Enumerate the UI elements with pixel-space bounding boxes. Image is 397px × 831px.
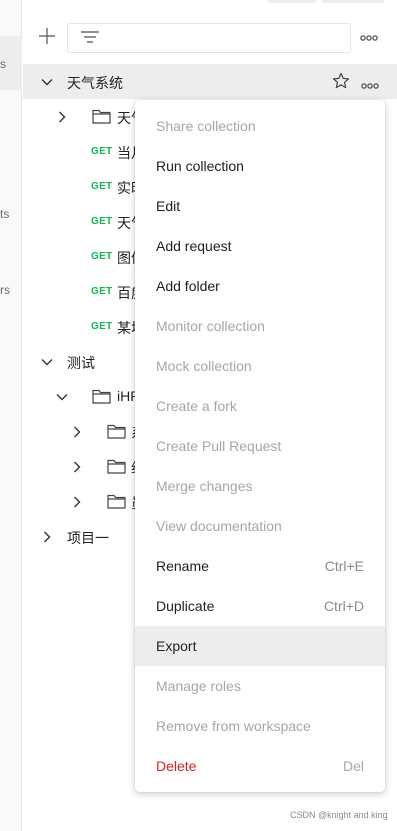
chevron-right-icon[interactable]	[71, 495, 83, 508]
menu-item-label: Duplicate	[156, 598, 215, 614]
top-toolbar-button-fragment[interactable]	[322, 0, 385, 3]
menu-item-shortcut: Ctrl+D	[323, 598, 364, 614]
menu-item-remove-from-workspace[interactable]: Remove from workspace	[135, 706, 385, 746]
chevron-down-icon[interactable]	[41, 355, 53, 367]
menu-item-shortcut: Ctrl+E	[324, 558, 364, 574]
filter-input[interactable]	[67, 23, 351, 53]
request-method-badge: GET	[91, 321, 113, 332]
menu-item-label: Manage roles	[156, 678, 241, 694]
menu-item-merge-changes[interactable]: Merge changes	[135, 466, 385, 506]
folder-icon	[92, 108, 111, 127]
menu-item-duplicate[interactable]: Duplicate Ctrl+D	[135, 586, 385, 626]
menu-item-create-fork[interactable]: Create a fork	[135, 386, 385, 426]
collection-context-menu: Share collection Run collection Edit Add…	[135, 100, 385, 792]
folder-icon	[107, 423, 126, 442]
collection-name: 测试	[67, 355, 95, 371]
menu-item-delete[interactable]: Delete Del	[135, 746, 385, 786]
collection-name: 项目一	[67, 530, 109, 546]
menu-item-manage-roles[interactable]: Manage roles	[135, 666, 385, 706]
menu-item-label: Create Pull Request	[156, 438, 282, 454]
menu-item-label: View documentation	[156, 518, 282, 534]
folder-icon	[107, 493, 126, 512]
request-method-badge: GET	[91, 286, 113, 297]
filter-icon	[80, 30, 100, 49]
menu-item-label: Edit	[156, 198, 181, 214]
sidebar-toolbar	[23, 16, 397, 62]
menu-item-label: Add request	[156, 238, 232, 254]
menu-item-label: Export	[156, 638, 197, 654]
chevron-down-icon[interactable]	[56, 390, 68, 402]
left-strip-label[interactable]: s	[0, 57, 6, 71]
top-toolbar-button-fragment[interactable]	[267, 0, 317, 3]
folder-icon	[92, 388, 111, 407]
menu-item-rename[interactable]: Rename Ctrl+E	[135, 546, 385, 586]
collection-row[interactable]: 天气系统	[23, 64, 397, 99]
menu-item-label: Remove from workspace	[156, 718, 311, 734]
menu-item-label: Merge changes	[156, 478, 253, 494]
menu-item-shortcut: Del	[342, 758, 364, 774]
folder-icon	[107, 458, 126, 477]
request-method-badge: GET	[91, 216, 113, 227]
chevron-right-icon[interactable]	[41, 530, 53, 543]
menu-item-label: Share collection	[156, 118, 256, 134]
menu-item-create-pull-request[interactable]: Create Pull Request	[135, 426, 385, 466]
menu-item-add-folder[interactable]: Add folder	[135, 266, 385, 306]
menu-item-label: Add folder	[156, 278, 220, 294]
menu-item-label: Run collection	[156, 158, 244, 174]
left-strip-label[interactable]: ts	[0, 207, 9, 221]
menu-item-mock-collection[interactable]: Mock collection	[135, 346, 385, 386]
star-outline-icon[interactable]	[332, 72, 350, 93]
left-strip-label[interactable]: rs	[0, 283, 10, 297]
request-method-badge: GET	[91, 181, 113, 192]
chevron-right-icon[interactable]	[71, 460, 83, 473]
menu-item-add-request[interactable]: Add request	[135, 226, 385, 266]
menu-item-export[interactable]: Export	[135, 626, 385, 666]
menu-item-run-collection[interactable]: Run collection	[135, 146, 385, 186]
menu-item-label: Rename	[156, 558, 209, 574]
request-method-badge: GET	[91, 146, 113, 157]
plus-icon[interactable]	[35, 24, 59, 48]
watermark: CSDN @knight and king	[290, 810, 388, 820]
menu-item-label: Monitor collection	[156, 318, 265, 334]
chevron-right-icon[interactable]	[56, 110, 68, 123]
menu-item-monitor-collection[interactable]: Monitor collection	[135, 306, 385, 346]
chevron-right-icon[interactable]	[71, 425, 83, 438]
request-method-badge: GET	[91, 251, 113, 262]
menu-item-view-documentation[interactable]: View documentation	[135, 506, 385, 546]
menu-item-label: Create a fork	[156, 398, 237, 414]
menu-item-edit[interactable]: Edit	[135, 186, 385, 226]
menu-item-share-collection[interactable]: Share collection	[135, 106, 385, 146]
more-horizontal-icon[interactable]	[360, 29, 378, 45]
left-sidebar-strip: s ts rs	[0, 0, 22, 831]
menu-item-label: Delete	[156, 758, 197, 774]
chevron-down-icon[interactable]	[41, 75, 53, 87]
menu-item-label: Mock collection	[156, 358, 252, 374]
more-horizontal-icon[interactable]	[361, 77, 379, 93]
collection-name: 天气系统	[67, 75, 123, 91]
